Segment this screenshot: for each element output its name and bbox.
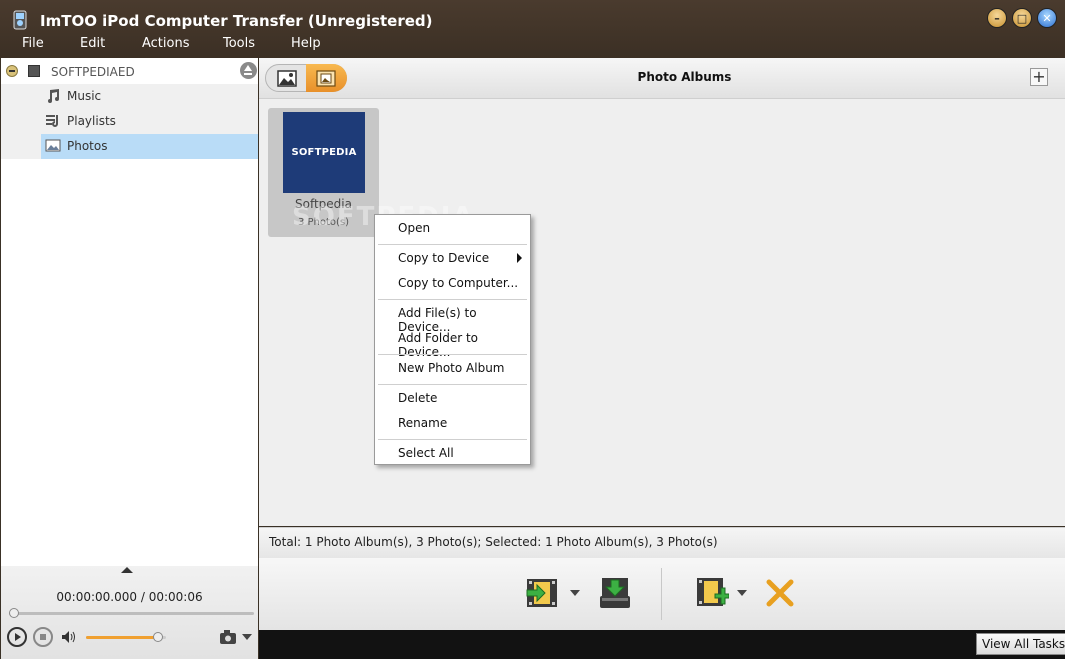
progress-slider[interactable]: [9, 608, 254, 618]
playlist-icon: [45, 113, 61, 129]
playback-time: 00:00:00.000 / 00:00:06: [56, 590, 203, 604]
copy-dropdown-icon[interactable]: [570, 590, 580, 596]
menu-separator: [378, 354, 527, 355]
menu-help[interactable]: Help: [291, 36, 321, 51]
menu-separator: [378, 244, 527, 245]
content-header: Photo Albums +: [259, 58, 1065, 99]
music-note-icon: [45, 88, 61, 104]
volume-knob[interactable]: [153, 632, 163, 642]
menu-item-add-files[interactable]: Add File(s) to Device...: [398, 306, 530, 334]
snapshot-camera-icon[interactable]: [219, 629, 237, 645]
menu-separator: [378, 299, 527, 300]
expand-arrow-icon[interactable]: [121, 567, 133, 573]
sidebar-item-label: Playlists: [67, 114, 116, 128]
copy-to-computer-icon[interactable]: [525, 576, 559, 610]
menu-item-copy-to-device[interactable]: Copy to Device: [398, 251, 489, 265]
view-all-tasks-button[interactable]: View All Tasks: [976, 633, 1065, 655]
app-logo-icon: [12, 10, 30, 30]
add-album-button[interactable]: +: [1030, 68, 1048, 86]
ipod-device-icon: [28, 65, 40, 77]
close-button[interactable]: ✕: [1037, 8, 1057, 28]
export-to-device-icon[interactable]: [597, 574, 633, 610]
page-title: Photo Albums: [637, 70, 732, 84]
add-dropdown-icon[interactable]: [737, 590, 747, 596]
action-toolbar: [259, 558, 1065, 630]
menu-item-new-photo-album[interactable]: New Photo Album: [398, 361, 505, 375]
album-thumbnail[interactable]: SOFTPEDIA: [283, 112, 365, 193]
menu-item-select-all[interactable]: Select All: [398, 446, 454, 460]
collapse-icon[interactable]: [6, 65, 18, 77]
photo-icon: [45, 138, 61, 154]
volume-slider[interactable]: [86, 632, 166, 642]
minimize-button[interactable]: –: [987, 8, 1007, 28]
menu-tools[interactable]: Tools: [223, 36, 255, 51]
sidebar-item-photos[interactable]: Photos: [1, 134, 258, 159]
submenu-arrow-icon: [517, 253, 522, 263]
window-title: ImTOO iPod Computer Transfer (Unregister…: [40, 12, 433, 30]
toolbar-divider: [661, 568, 662, 620]
delete-icon[interactable]: [765, 578, 795, 608]
task-bar: View All Tasks: [259, 630, 1065, 659]
menu-item-rename[interactable]: Rename: [398, 416, 447, 430]
maximize-button[interactable]: □: [1012, 8, 1032, 28]
menu-separator: [378, 439, 527, 440]
snapshot-dropdown-icon[interactable]: [242, 634, 252, 640]
menu-item-delete[interactable]: Delete: [398, 391, 437, 405]
play-button[interactable]: [7, 627, 27, 647]
status-bar: Total: 1 Photo Album(s), 3 Photo(s); Sel…: [259, 527, 1065, 559]
menu-item-open[interactable]: Open: [398, 221, 430, 235]
context-menu: Open Copy to Device Copy to Computer... …: [374, 214, 531, 465]
progress-knob[interactable]: [9, 608, 19, 618]
sidebar-item-label: Photos: [67, 139, 108, 153]
add-files-icon[interactable]: [695, 576, 730, 610]
status-text: Total: 1 Photo Album(s), 3 Photo(s); Sel…: [269, 535, 718, 549]
menu-item-copy-to-computer[interactable]: Copy to Computer...: [398, 276, 518, 290]
menu-separator: [378, 384, 527, 385]
sidebar-item-label: Music: [67, 89, 102, 103]
menu-actions[interactable]: Actions: [142, 36, 190, 51]
stop-button[interactable]: [33, 627, 53, 647]
device-row[interactable]: SOFTPEDIAED: [1, 60, 258, 84]
volume-fill: [86, 636, 158, 639]
menu-file[interactable]: File: [22, 36, 44, 51]
sidebar-item-playlists[interactable]: Playlists: [1, 109, 258, 134]
player-panel: 00:00:00.000 / 00:00:06: [1, 566, 258, 659]
sidebar-item-music[interactable]: Music: [1, 84, 258, 109]
eject-icon[interactable]: [240, 62, 257, 79]
device-name: SOFTPEDIAED: [51, 65, 135, 79]
menu-edit[interactable]: Edit: [80, 36, 105, 51]
volume-icon[interactable]: [61, 630, 79, 644]
